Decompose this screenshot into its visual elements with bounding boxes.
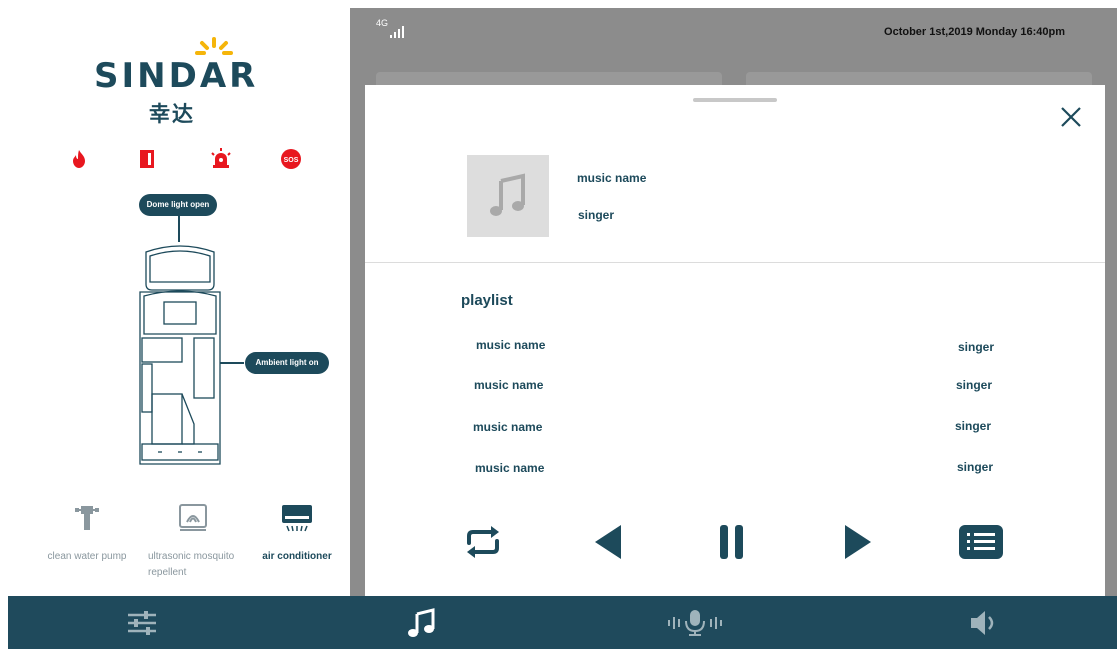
- playlist-heading: playlist: [461, 292, 513, 309]
- music-player-sheet: music name singer playlist music name si…: [365, 85, 1105, 596]
- callout-connector: [178, 216, 180, 242]
- playlist-item-name: music name: [476, 338, 546, 352]
- playlist-item-name: music name: [473, 420, 543, 434]
- playlist-item-singer: singer: [957, 460, 994, 474]
- divider: [365, 262, 1105, 263]
- now-playing-title: music name: [577, 171, 647, 185]
- mosquito-repellent-icon: [179, 504, 207, 531]
- playlist-item-singer: singer: [956, 378, 993, 392]
- voice-microphone-icon[interactable]: [666, 608, 726, 638]
- ambient-light-callout[interactable]: Ambient light on: [245, 352, 329, 374]
- repeat-icon[interactable]: [459, 521, 507, 563]
- device-label: ultrasonic mosquito repellent: [148, 551, 235, 578]
- playlist-item-name: music name: [474, 378, 544, 392]
- device-label: clean water pump: [47, 551, 127, 562]
- playlist-item[interactable]: music name singer: [476, 338, 996, 356]
- music-note-icon: [490, 173, 525, 216]
- datetime: October 1st,2019 Monday 16:40pm: [884, 26, 1065, 38]
- fire-alarm-icon[interactable]: [68, 148, 90, 170]
- sos-icon[interactable]: SOS: [280, 148, 302, 170]
- vehicle-top-view: [139, 245, 221, 465]
- playlist-item[interactable]: music name singer: [475, 460, 995, 479]
- signal-bars-icon: [390, 26, 404, 38]
- siren-icon[interactable]: [210, 148, 232, 170]
- device-ultrasonic-mosquito-repellent[interactable]: ultrasonic mosquito repellent: [138, 502, 248, 581]
- dome-light-callout[interactable]: Dome light open: [139, 194, 217, 216]
- playlist-item-singer: singer: [955, 419, 992, 433]
- drag-handle[interactable]: [693, 98, 777, 102]
- brand-name-cn: 幸达: [149, 102, 195, 126]
- alert-icons: SOS: [68, 148, 308, 172]
- device-air-conditioner[interactable]: air conditioner: [242, 502, 352, 565]
- callout-connector: [220, 362, 244, 364]
- air-conditioner-icon: [282, 505, 312, 532]
- brand-name: SINDAR: [94, 56, 259, 96]
- sos-label: SOS: [284, 157, 299, 164]
- settings-sliders-icon[interactable]: [124, 608, 160, 638]
- close-icon[interactable]: [1059, 105, 1083, 129]
- playlist-item[interactable]: music name singer: [474, 378, 994, 396]
- water-pump-icon: [75, 506, 99, 530]
- previous-icon[interactable]: [585, 521, 633, 563]
- playlist-icon[interactable]: [957, 521, 1005, 563]
- sindar-logo: SINDAR 幸达: [94, 37, 274, 132]
- device-clean-water-pump[interactable]: clean water pump: [32, 502, 142, 565]
- playlist-item-name: music name: [475, 461, 545, 475]
- device-label: air conditioner: [262, 551, 332, 562]
- signal-type: 4G: [376, 18, 389, 28]
- playlist-item[interactable]: music name singer: [473, 419, 993, 438]
- volume-icon[interactable]: [965, 608, 1001, 638]
- album-cover: [467, 155, 549, 237]
- now-playing-singer: singer: [578, 208, 615, 222]
- next-icon[interactable]: [833, 521, 881, 563]
- door-alarm-icon[interactable]: [136, 148, 158, 170]
- pause-icon[interactable]: [708, 521, 756, 563]
- playlist-item-singer: singer: [958, 340, 995, 354]
- music-note-icon[interactable]: [405, 608, 441, 638]
- vehicle-panel: SINDAR 幸达 SOS Dome light open Ambient li…: [8, 8, 350, 596]
- bottom-navigation: [8, 596, 1117, 649]
